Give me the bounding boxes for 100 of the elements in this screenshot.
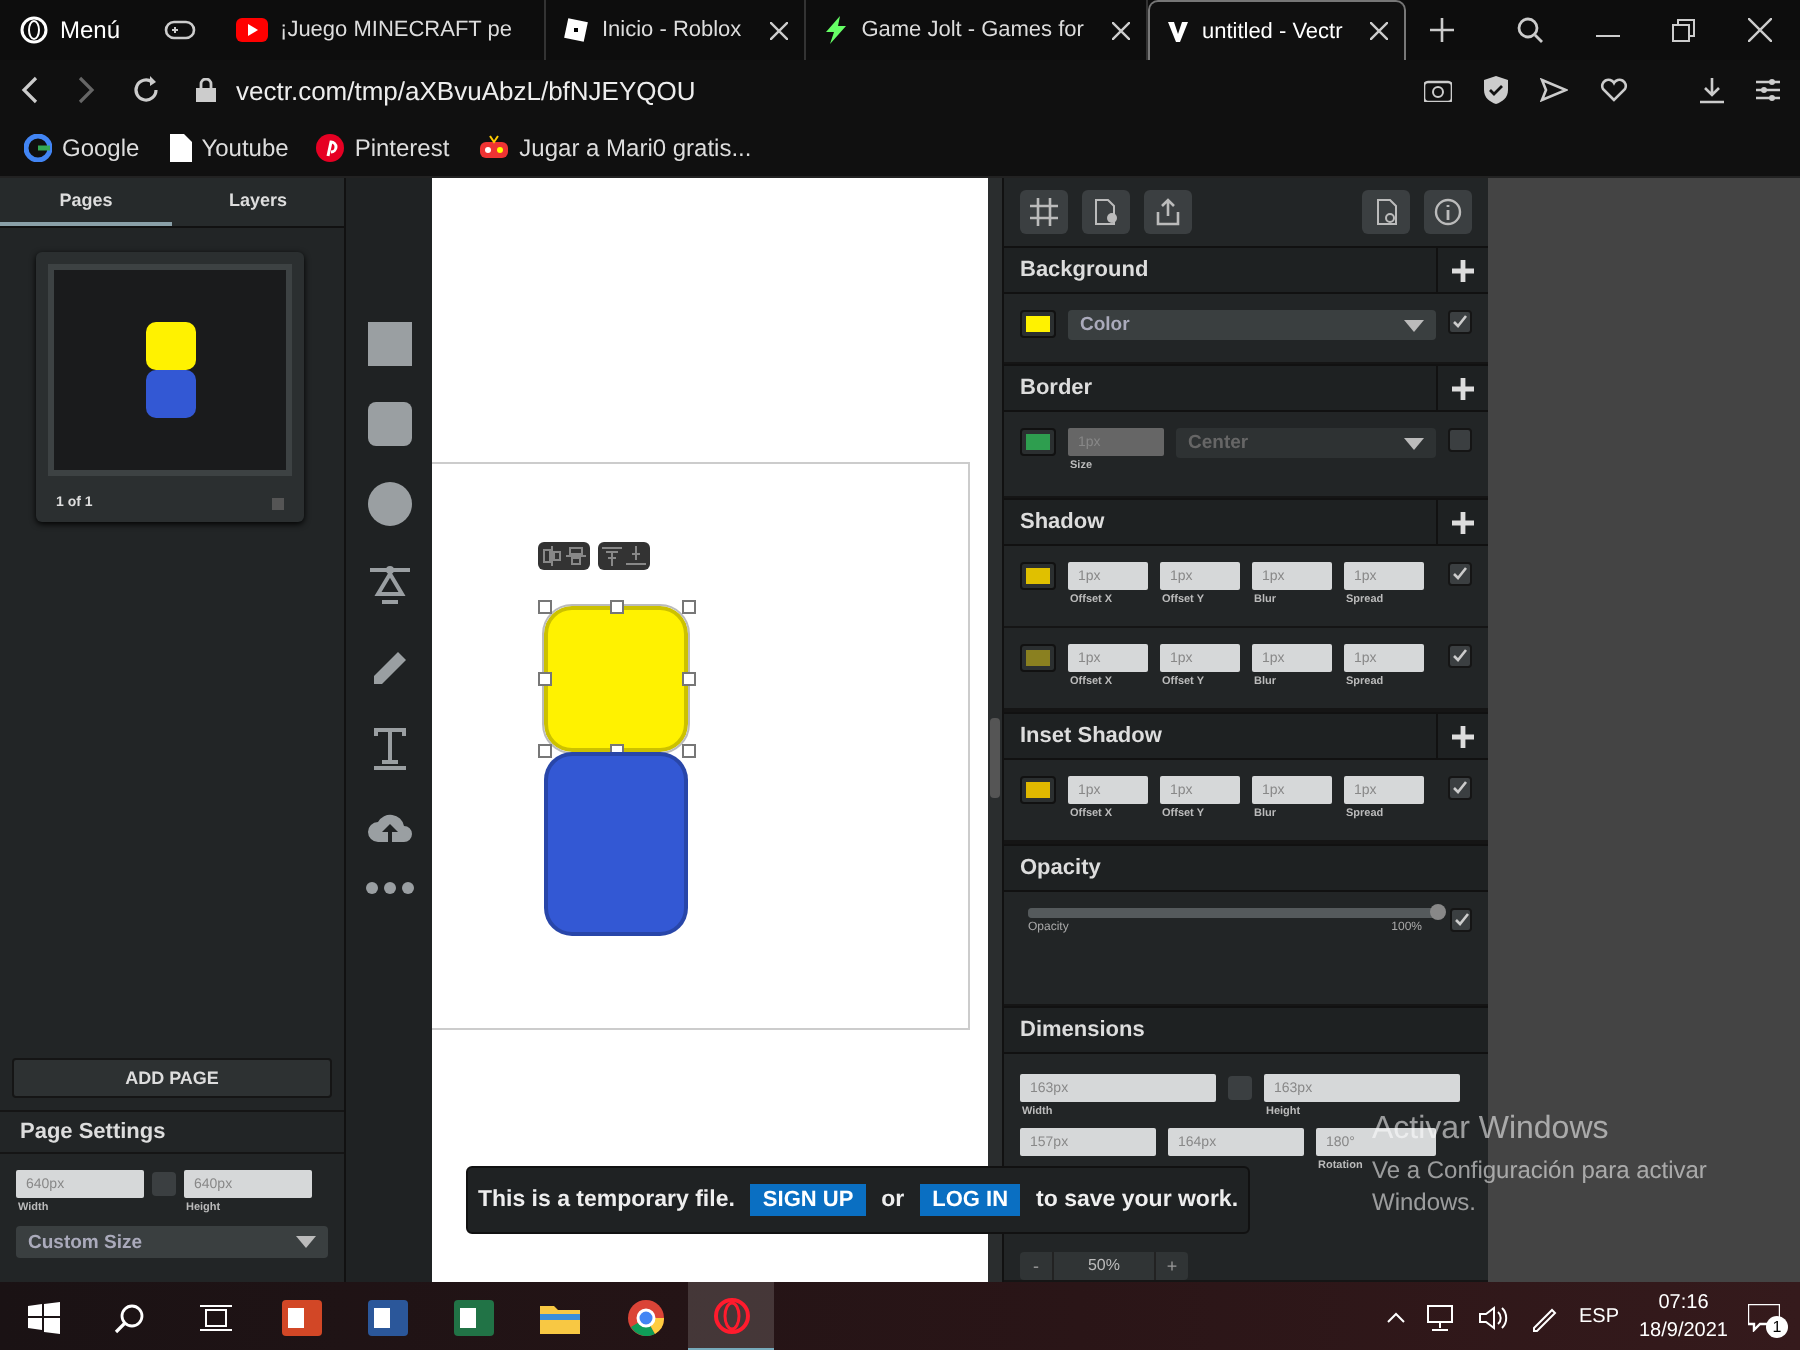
grid-button[interactable]	[1020, 190, 1068, 234]
color-swatch[interactable]	[1020, 776, 1056, 804]
checkbox[interactable]	[1448, 776, 1472, 800]
menu-button[interactable]: Menú	[0, 0, 141, 60]
shield-icon[interactable]	[1484, 76, 1508, 104]
notification-count: 1	[1766, 1315, 1788, 1337]
align-vertical-icon[interactable]	[566, 546, 586, 566]
section-title: Dimensions	[1018, 1018, 1147, 1042]
checkbox[interactable]	[1450, 908, 1472, 932]
checkbox[interactable]	[1448, 644, 1472, 668]
clock-date: 18/9/2021	[1639, 1317, 1728, 1345]
resize-handle[interactable]	[538, 672, 552, 686]
log-in-button[interactable]: LOG IN	[920, 1184, 1021, 1216]
scrollbar-thumb[interactable]	[990, 718, 1000, 798]
color-swatch[interactable]	[1020, 562, 1056, 590]
pen-tool-icon[interactable]	[367, 562, 411, 610]
forward-icon[interactable]	[76, 76, 96, 104]
share-button[interactable]	[1144, 190, 1192, 234]
pen-icon[interactable]	[1530, 1303, 1559, 1331]
caret-icon	[296, 1236, 316, 1248]
section-title: Shadow	[1018, 510, 1107, 534]
align-bottom-icon[interactable]	[626, 546, 646, 566]
close-icon[interactable]	[1370, 22, 1389, 40]
mode-dropdown[interactable]: Color	[1068, 310, 1436, 340]
size-dropdown[interactable]: Custom Size	[16, 1226, 328, 1258]
resize-handle[interactable]	[682, 672, 696, 686]
document-button[interactable]	[1362, 190, 1410, 234]
panel-tab[interactable]: Pages	[0, 178, 172, 226]
zoom-out-button[interactable]: -	[1020, 1252, 1052, 1280]
send-icon[interactable]	[1540, 78, 1568, 102]
add-page-button[interactable]: ADD PAGE	[12, 1058, 332, 1098]
grid-icon	[1030, 198, 1058, 226]
gamepad-icon[interactable]	[164, 18, 197, 42]
close-icon[interactable]	[769, 21, 788, 39]
close-icon[interactable]	[1748, 18, 1772, 42]
document-settings-button[interactable]	[1082, 190, 1130, 234]
section-title: Border	[1018, 376, 1095, 400]
windows-icon	[27, 1301, 59, 1333]
resize-handle[interactable]	[682, 600, 696, 614]
volume-icon[interactable]	[1478, 1303, 1511, 1331]
color-swatch[interactable]	[1020, 644, 1056, 672]
section-title: Background	[1018, 258, 1151, 282]
text-tool-icon[interactable]	[371, 726, 407, 770]
rounded-rectangle[interactable]	[544, 752, 688, 936]
reload-icon[interactable]	[132, 76, 160, 104]
resize-handle[interactable]	[610, 600, 624, 614]
notification-icon[interactable]	[1748, 1303, 1780, 1331]
section-title: Opacity	[1018, 856, 1103, 880]
zoom-in-button[interactable]: +	[1156, 1252, 1188, 1280]
bookmark[interactable]: Jugar a Mari0 gratis...	[477, 134, 752, 162]
camera-icon[interactable]	[1424, 78, 1452, 102]
checkbox[interactable]	[1448, 562, 1472, 586]
color-swatch[interactable]	[1020, 428, 1056, 456]
resize-handle[interactable]	[682, 744, 696, 758]
language-indicator[interactable]: ESP	[1578, 1306, 1619, 1328]
resize-handle[interactable]	[538, 600, 552, 614]
chevron-up-icon[interactable]	[1386, 1311, 1407, 1323]
slides-app-icon	[281, 1299, 321, 1335]
plus-icon	[1452, 511, 1474, 533]
download-icon[interactable]	[1700, 77, 1724, 103]
rounded-square-icon[interactable]	[367, 402, 411, 446]
pin-logo-icon	[316, 134, 345, 162]
resize-handle[interactable]	[538, 744, 552, 758]
bookmark[interactable]: Google	[24, 134, 140, 162]
o-logo-icon	[20, 16, 48, 44]
align-horizontal-icon[interactable]	[542, 546, 562, 566]
search-icon[interactable]	[1516, 16, 1544, 44]
folder-icon	[539, 1301, 579, 1333]
plus-icon	[1452, 725, 1474, 747]
settings-icon[interactable]	[1756, 78, 1780, 102]
restore-icon[interactable]	[1672, 18, 1696, 42]
v-logo-icon	[1165, 19, 1190, 43]
bookmark[interactable]: Pinterest	[316, 134, 450, 162]
back-icon[interactable]	[20, 76, 40, 104]
heart-icon[interactable]	[1600, 78, 1628, 102]
circle-icon[interactable]	[367, 482, 411, 526]
more-icon[interactable]	[365, 882, 413, 894]
plus-icon	[1452, 377, 1474, 399]
color-swatch[interactable]	[1020, 310, 1056, 338]
network-icon[interactable]	[1426, 1303, 1459, 1331]
sign-up-button[interactable]: SIGN UP	[750, 1184, 866, 1216]
checkbox[interactable]	[1448, 310, 1472, 334]
square-icon[interactable]	[367, 322, 411, 366]
browser-tab[interactable]: untitled - Vectr	[1147, 0, 1407, 60]
task-view-icon	[199, 1303, 231, 1331]
lightning-icon	[821, 16, 850, 44]
close-icon[interactable]	[1111, 21, 1130, 39]
info-icon	[1434, 198, 1462, 226]
bookmark[interactable]: Youtube	[167, 134, 289, 162]
document-gear-icon	[1092, 198, 1120, 226]
align-top-icon[interactable]	[602, 546, 622, 566]
banner-text: or	[881, 1188, 905, 1212]
thumbnail-shape	[145, 370, 195, 418]
panel-tab[interactable]: Layers	[172, 178, 344, 226]
info-button[interactable]	[1424, 190, 1472, 234]
address-field[interactable]: vectr.com/tmp/aXBvuAbzL/bfNJEYQOU	[236, 75, 696, 105]
lock-icon	[196, 78, 216, 102]
share-icon	[1154, 198, 1182, 226]
thumbnail-shape	[145, 322, 195, 370]
new-tab-icon[interactable]	[1430, 18, 1455, 42]
